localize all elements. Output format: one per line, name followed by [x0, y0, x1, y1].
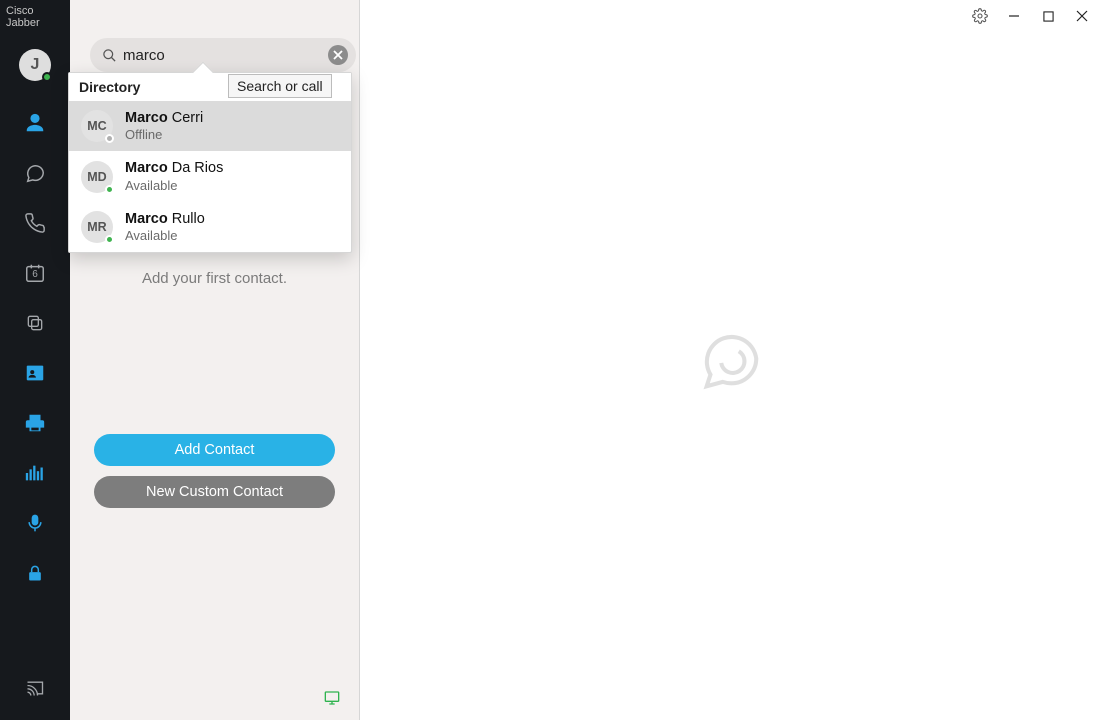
- nav-meetings[interactable]: [0, 309, 70, 337]
- search-box[interactable]: [90, 38, 356, 72]
- new-custom-contact-button[interactable]: New Custom Contact: [94, 476, 335, 508]
- search-results-dropdown: Directory MCMarco CerriOfflineMDMarco Da…: [68, 72, 352, 253]
- nav-audio[interactable]: [0, 509, 70, 537]
- maximize-icon: [1043, 11, 1054, 22]
- self-avatar-initial: J: [31, 56, 40, 74]
- nav-lock[interactable]: [0, 559, 70, 587]
- result-status: Offline: [125, 127, 203, 143]
- add-contact-button[interactable]: Add Contact: [94, 434, 335, 466]
- presence-dot-icon: [42, 72, 52, 82]
- screen-share-icon[interactable]: [323, 690, 341, 706]
- self-avatar[interactable]: J: [19, 49, 51, 81]
- presence-dot-icon: [105, 185, 114, 194]
- nav-analytics[interactable]: [0, 459, 70, 487]
- calendar-badge: 6: [32, 269, 38, 280]
- empty-hint: Add your first contact.: [70, 270, 359, 287]
- minimize-icon: [1008, 10, 1020, 22]
- bars-icon: [24, 462, 46, 484]
- close-icon: [333, 50, 343, 60]
- nav-calls[interactable]: [0, 209, 70, 237]
- gear-icon: [972, 8, 988, 24]
- result-text: Marco Da RiosAvailable: [125, 159, 223, 193]
- search-result[interactable]: MC Marco CerriOffline: [69, 101, 351, 151]
- phone-icon: [24, 212, 46, 234]
- minimize-button[interactable]: [1004, 6, 1024, 26]
- close-button[interactable]: [1072, 6, 1092, 26]
- contact-card-icon: [24, 362, 46, 384]
- microphone-icon: [25, 512, 45, 534]
- clear-search-button[interactable]: [328, 45, 348, 65]
- settings-button[interactable]: [970, 6, 990, 26]
- result-avatar: MC: [81, 110, 113, 142]
- search-input[interactable]: [117, 47, 328, 64]
- navigation-sidebar: Cisco Jabber J 6: [0, 0, 70, 720]
- copy-icon: [25, 313, 45, 333]
- jabber-watermark-icon: [695, 325, 765, 395]
- presence-dot-icon: [105, 134, 114, 143]
- nav-calendar[interactable]: 6: [0, 259, 70, 287]
- printer-icon: [23, 412, 47, 434]
- result-name: Marco Cerri: [125, 109, 203, 127]
- result-name: Marco Da Rios: [125, 159, 223, 177]
- search-tooltip: Search or call: [228, 74, 332, 98]
- result-status: Available: [125, 228, 205, 244]
- nav-contacts[interactable]: [0, 109, 70, 137]
- presence-dot-icon: [105, 235, 114, 244]
- nav-voicemail[interactable]: [0, 359, 70, 387]
- result-avatar: MR: [81, 211, 113, 243]
- result-avatar: MD: [81, 161, 113, 193]
- result-name: Marco Rullo: [125, 210, 205, 228]
- search-result[interactable]: MR Marco RulloAvailable: [69, 202, 351, 252]
- person-icon: [24, 112, 46, 134]
- cast-icon: [24, 678, 46, 698]
- result-status: Available: [125, 178, 223, 194]
- search-icon: [102, 48, 117, 63]
- chat-icon: [24, 162, 46, 184]
- nav-cast[interactable]: [0, 674, 70, 702]
- maximize-button[interactable]: [1038, 6, 1058, 26]
- main-content: [360, 0, 1100, 720]
- nav-chat[interactable]: [0, 159, 70, 187]
- close-icon: [1076, 10, 1088, 22]
- result-text: Marco CerriOffline: [125, 109, 203, 143]
- search-result[interactable]: MD Marco Da RiosAvailable: [69, 151, 351, 201]
- lock-icon: [25, 562, 45, 584]
- result-text: Marco RulloAvailable: [125, 210, 205, 244]
- app-title: Cisco Jabber: [0, 3, 70, 31]
- nav-print[interactable]: [0, 409, 70, 437]
